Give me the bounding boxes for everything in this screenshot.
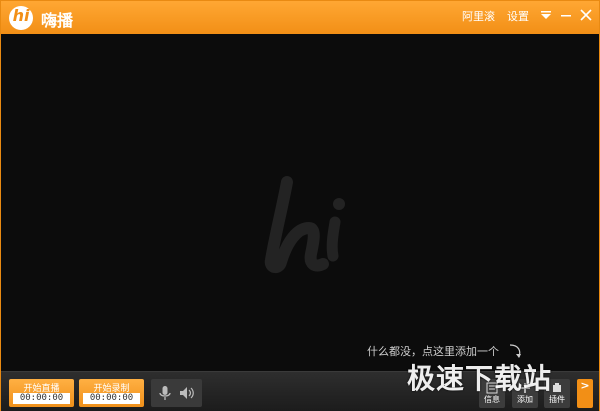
close-icon <box>580 9 592 21</box>
menu-down-icon <box>541 11 551 19</box>
app-logo: hi <box>9 6 33 30</box>
hi-watermark-icon <box>264 176 345 273</box>
plugin-icon <box>553 383 561 392</box>
live-timer: 00:00:00 <box>13 393 70 404</box>
start-live-button[interactable]: 开始直播 00:00:00 <box>9 379 74 407</box>
aliyun-link[interactable]: 阿里滚 <box>462 8 495 24</box>
app-window: hi 嗨播 阿里滚 设置 什么都没，点这里添加一个 开始直播 00:00:00 … <box>0 0 600 411</box>
minimize-button[interactable] <box>557 6 575 24</box>
expand-button[interactable]: > <box>577 379 593 408</box>
app-title: 嗨播 <box>41 11 74 30</box>
logo-glyph: hi <box>12 6 30 25</box>
site-watermark: 极速下载站 <box>407 362 553 395</box>
microphone-icon[interactable] <box>156 384 174 402</box>
title-bar[interactable]: hi 嗨播 阿里滚 设置 <box>1 1 599 34</box>
settings-link[interactable]: 设置 <box>507 8 529 24</box>
record-timer: 00:00:00 <box>83 393 140 404</box>
close-button[interactable] <box>577 6 595 24</box>
menu-button[interactable] <box>537 6 555 24</box>
preview-stage[interactable] <box>1 34 599 371</box>
minimize-icon <box>561 15 571 17</box>
audio-controls <box>151 379 202 407</box>
speaker-icon[interactable] <box>178 384 196 402</box>
start-record-button[interactable]: 开始录制 00:00:00 <box>79 379 144 407</box>
